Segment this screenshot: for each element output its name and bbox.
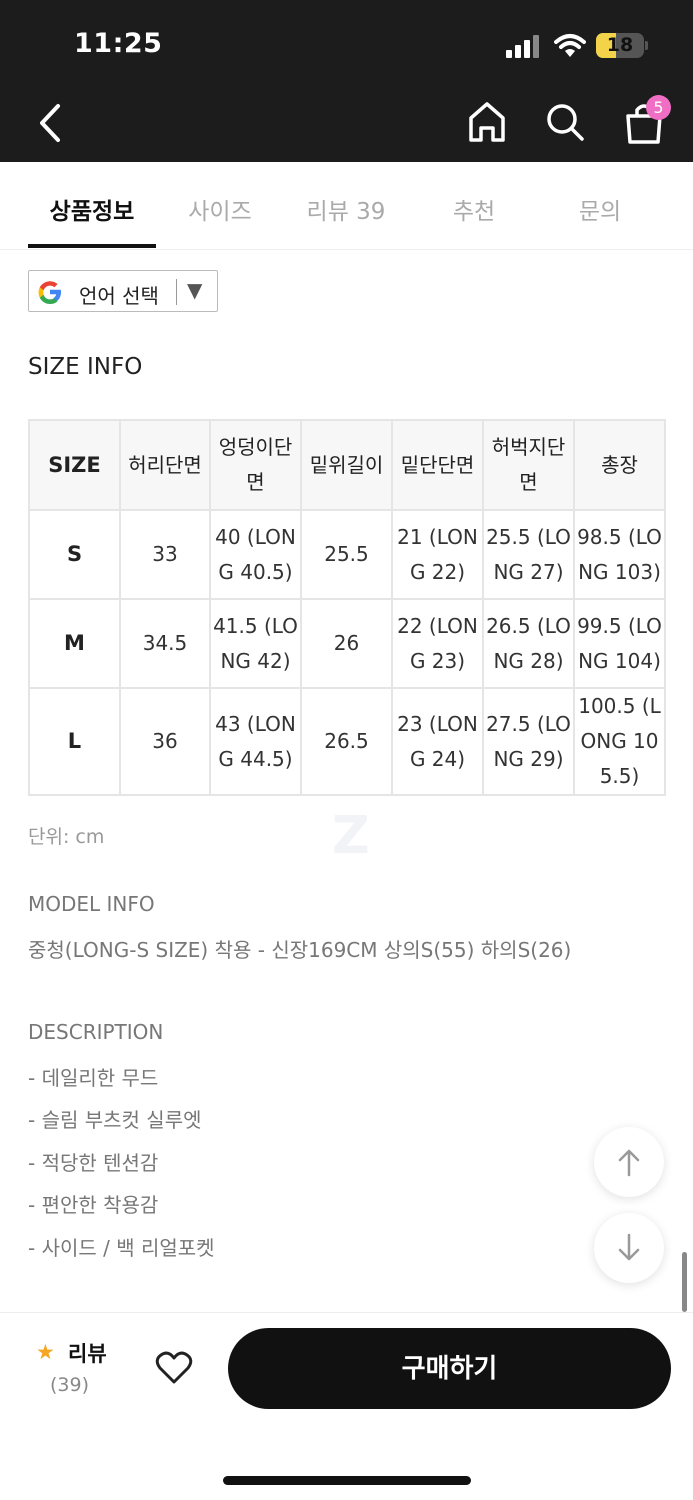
table-header-cell: 밑위길이 xyxy=(300,419,393,511)
table-header-cell: 총장 xyxy=(573,419,666,511)
table-cell: L xyxy=(28,687,121,796)
battery-level: 18 xyxy=(606,34,634,56)
table-cell: 26.5 (LONG 28) xyxy=(482,598,575,689)
table-cell: 23 (LONG 24) xyxy=(391,687,484,796)
top-bar: 11:25 18 5 xyxy=(0,0,693,162)
language-selector[interactable]: 언어 선택 ▼ xyxy=(28,270,218,312)
table-header-cell: 허벅지단면 xyxy=(482,419,575,511)
table-header-cell: 밑단단면 xyxy=(391,419,484,511)
table-cell: 21 (LONG 22) xyxy=(391,509,484,600)
table-header-cell: SIZE xyxy=(28,419,121,511)
table-cell: 33 xyxy=(119,509,211,600)
table-cell: 41.5 (LONG 42) xyxy=(209,598,302,689)
review-count[interactable]: (39) xyxy=(50,1374,89,1396)
table-cell: 26.5 xyxy=(300,687,393,796)
scroll-top-button[interactable] xyxy=(594,1127,664,1197)
table-header-cell: 허리단면 xyxy=(119,419,211,511)
description-item: - 사이드 / 백 리얼포켓 xyxy=(28,1236,215,1260)
table-cell: 26 xyxy=(300,598,393,689)
description-title: DESCRIPTION xyxy=(28,1020,164,1044)
tab-inquiry[interactable]: 문의 xyxy=(536,192,664,226)
table-header-cell: 엉덩이단면 xyxy=(209,419,302,511)
active-tab-underline xyxy=(28,244,156,248)
table-cell: 25.5 xyxy=(300,509,393,600)
arrow-down-icon xyxy=(618,1233,640,1261)
unit-note: 단위: cm xyxy=(28,826,105,848)
battery-tip xyxy=(645,41,648,50)
table-cell: 98.5 (LONG 103) xyxy=(573,509,666,600)
signal-icon xyxy=(506,34,542,58)
dropdown-arrow-icon: ▼ xyxy=(187,278,203,302)
star-icon: ★ xyxy=(36,1340,55,1364)
battery-indicator: 18 xyxy=(596,33,644,58)
table-cell: 100.5 (LONG 105.5) xyxy=(573,687,666,796)
table-cell: 99.5 (LONG 104) xyxy=(573,598,666,689)
review-label[interactable]: 리뷰 xyxy=(68,1338,107,1368)
tab-size[interactable]: 사이즈 xyxy=(156,192,284,226)
size-table: SIZE 허리단면 엉덩이단면 밑위길이 밑단단면 허벅지단면 총장 S 33 … xyxy=(28,419,666,796)
scrollbar[interactable] xyxy=(682,1252,687,1312)
search-icon[interactable] xyxy=(544,100,586,144)
model-info-text: 중청(LONG-S SIZE) 착용 - 신장169CM 상의S(55) 하의S… xyxy=(28,938,572,962)
tab-recommend[interactable]: 추천 xyxy=(410,192,538,226)
description-item: - 슬림 부츠컷 실루엣 xyxy=(28,1108,202,1132)
table-cell: 22 (LONG 23) xyxy=(391,598,484,689)
table-cell: M xyxy=(28,598,121,689)
buy-button[interactable]: 구매하기 xyxy=(228,1328,671,1409)
model-info-title: MODEL INFO xyxy=(28,892,155,916)
home-icon[interactable] xyxy=(466,100,508,144)
status-time: 11:25 xyxy=(74,28,163,59)
table-row: M 34.5 41.5 (LONG 42) 26 22 (LONG 23) 26… xyxy=(28,598,666,689)
description-item: - 편안한 착용감 xyxy=(28,1193,159,1217)
tab-reviews[interactable]: 리뷰 39 xyxy=(282,192,410,226)
home-indicator xyxy=(223,1476,471,1485)
back-icon[interactable] xyxy=(30,100,70,146)
table-cell: 25.5 (LONG 27) xyxy=(482,509,575,600)
table-cell: 36 xyxy=(119,687,211,796)
cart-badge: 5 xyxy=(646,95,671,120)
table-cell: S xyxy=(28,509,121,600)
table-row: L 36 43 (LONG 44.5) 26.5 23 (LONG 24) 27… xyxy=(28,687,666,796)
description-item: - 데일리한 무드 xyxy=(28,1066,159,1090)
table-cell: 40 (LONG 40.5) xyxy=(209,509,302,600)
scroll-bottom-button[interactable] xyxy=(594,1213,664,1283)
description-item: - 적당한 텐션감 xyxy=(28,1151,159,1175)
language-selector-label: 언어 선택 xyxy=(79,284,159,308)
table-cell: 27.5 (LONG 29) xyxy=(482,687,575,796)
table-cell: 34.5 xyxy=(119,598,211,689)
language-selector-divider xyxy=(176,279,177,305)
heart-icon[interactable] xyxy=(155,1350,193,1386)
size-info-title: SIZE INFO xyxy=(28,354,143,380)
google-icon xyxy=(38,281,61,304)
brand-watermark: Z xyxy=(332,806,370,866)
table-cell: 43 (LONG 44.5) xyxy=(209,687,302,796)
tab-product-info[interactable]: 상품정보 xyxy=(28,192,156,226)
table-row: S 33 40 (LONG 40.5) 25.5 21 (LONG 22) 25… xyxy=(28,509,666,600)
table-header-row: SIZE 허리단면 엉덩이단면 밑위길이 밑단단면 허벅지단면 총장 xyxy=(28,419,666,511)
wifi-icon xyxy=(554,34,586,57)
product-tabs: 상품정보 사이즈 리뷰 39 추천 문의 xyxy=(0,162,693,250)
arrow-up-icon xyxy=(618,1149,640,1177)
